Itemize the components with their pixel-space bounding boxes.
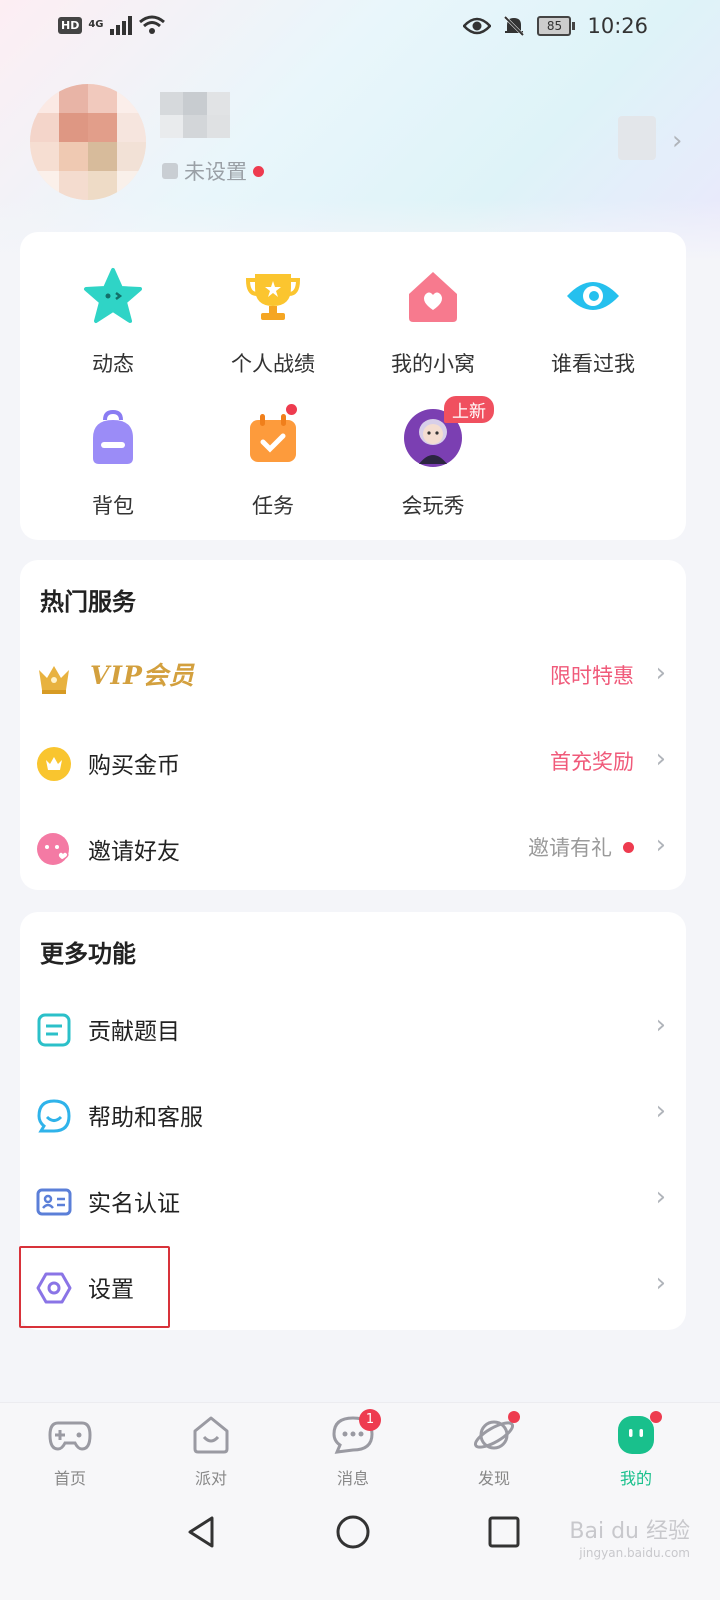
- nickname-hint[interactable]: 未设置: [162, 156, 264, 186]
- hd-indicator: HD: [58, 16, 83, 34]
- invite-notification-dot: [623, 842, 634, 853]
- eye-icon: [563, 266, 623, 326]
- username-blurred: [160, 92, 230, 138]
- system-navigation-bar: Bai du 经验 jingyan.baidu.com: [0, 1498, 720, 1600]
- battery-icon: 85: [537, 16, 576, 36]
- task-calendar-icon: [243, 408, 303, 468]
- settings-highlight-box: [19, 1246, 170, 1328]
- document-icon: [37, 1013, 71, 1047]
- grid-item-backpack[interactable]: 背包: [33, 408, 193, 520]
- signal-icon: [109, 15, 132, 35]
- buy-coins-promo: 首充奖励: [550, 750, 634, 774]
- grid-item-record[interactable]: 个人战绩: [193, 266, 353, 378]
- clock: 10:26: [587, 14, 648, 38]
- buy-coins-label: 购买金币: [88, 753, 180, 779]
- notification-dot: [253, 165, 264, 177]
- grid-item-dynamic[interactable]: 动态: [33, 266, 193, 378]
- chevron-right-icon: ›: [655, 744, 666, 774]
- star-face-icon: [83, 266, 143, 326]
- vip-promo: 限时特惠: [550, 664, 634, 688]
- chevron-right-icon: ›: [655, 1268, 666, 1298]
- me-notification-dot: [650, 1411, 662, 1423]
- chevron-right-icon: ›: [655, 1096, 666, 1126]
- recents-square-icon[interactable]: [484, 1512, 524, 1552]
- section-title-hot: 热门服务: [40, 588, 136, 616]
- message-bubble-icon: 1: [331, 1409, 381, 1455]
- new-badge: 上新: [444, 396, 494, 423]
- nickname-hint-text: 未设置: [184, 160, 247, 184]
- section-title-more: 更多功能: [40, 940, 136, 968]
- grid-item-tasks[interactable]: 任务: [193, 408, 353, 520]
- discover-notification-dot: [508, 1411, 520, 1423]
- party-house-icon: [189, 1415, 233, 1455]
- row-invite-friends[interactable]: 邀请好友 邀请有礼 ›: [20, 806, 686, 892]
- home-heart-icon: [403, 266, 463, 326]
- avatar[interactable]: [30, 84, 146, 200]
- vip-label: VIP会员: [90, 661, 195, 690]
- chevron-right-icon: ›: [655, 1010, 666, 1040]
- chat-smile-icon: [37, 1099, 71, 1133]
- row-buy-coins[interactable]: 购买金币 首充奖励 ›: [20, 720, 686, 806]
- backpack-icon: [83, 408, 143, 468]
- tab-discover[interactable]: 发现: [454, 1411, 534, 1489]
- invite-promo: 邀请有礼: [528, 836, 612, 860]
- back-icon[interactable]: [182, 1512, 222, 1552]
- me-face-icon: [614, 1411, 662, 1455]
- real-name-label: 实名认证: [88, 1191, 180, 1217]
- message-count-badge: 1: [359, 1409, 381, 1431]
- hot-services-card: 热门服务 VIP会员 限时特惠 › 购买金币 首充奖励 › 邀请好友 邀请有礼 …: [20, 560, 686, 890]
- invite-face-icon: [37, 833, 69, 865]
- status-bar: HD 4G 85 10:26: [0, 0, 720, 56]
- row-help-support[interactable]: 帮助和客服 ›: [20, 1072, 686, 1158]
- grid-item-visitors[interactable]: 谁看过我: [513, 266, 673, 378]
- watermark: Bai du 经验 jingyan.baidu.com: [569, 1519, 690, 1560]
- home-circle-icon[interactable]: [333, 1512, 373, 1552]
- profile-extra-blurred: [618, 116, 656, 160]
- id-card-icon: [36, 1188, 72, 1216]
- coin-icon: [37, 747, 71, 781]
- tab-messages[interactable]: 1 消息: [313, 1409, 393, 1489]
- task-notification-dot: [286, 404, 297, 415]
- chevron-right-icon: ›: [655, 658, 666, 688]
- gamepad-icon: [48, 1415, 92, 1455]
- row-contribute-questions[interactable]: 贡献题目 ›: [20, 986, 686, 1072]
- eye-comfort-icon: [463, 17, 492, 35]
- chevron-right-icon[interactable]: ›: [672, 126, 682, 156]
- grid-item-show[interactable]: 会玩秀: [353, 408, 513, 520]
- row-vip[interactable]: VIP会员 限时特惠 ›: [20, 634, 686, 720]
- tab-home[interactable]: 首页: [30, 1415, 110, 1489]
- grid-item-home[interactable]: 我的小窝: [353, 266, 513, 378]
- bottom-tab-bar: 首页 派对 1 消息 发现 我的: [0, 1402, 720, 1498]
- chevron-right-icon: ›: [655, 1182, 666, 1212]
- row-real-name-auth[interactable]: 实名认证 ›: [20, 1158, 686, 1244]
- tab-party[interactable]: 派对: [171, 1415, 251, 1489]
- mute-bell-icon: [504, 15, 525, 37]
- wifi-icon: [138, 15, 165, 34]
- contribute-label: 贡献题目: [88, 1019, 180, 1045]
- network-type: 4G: [88, 19, 104, 30]
- crown-icon: [39, 666, 69, 694]
- help-label: 帮助和客服: [88, 1105, 203, 1131]
- invite-friends-label: 邀请好友: [88, 839, 180, 865]
- trophy-icon: [243, 266, 303, 326]
- tab-me[interactable]: 我的: [596, 1411, 676, 1489]
- planet-icon: [472, 1411, 520, 1455]
- chevron-right-icon: ›: [655, 830, 666, 860]
